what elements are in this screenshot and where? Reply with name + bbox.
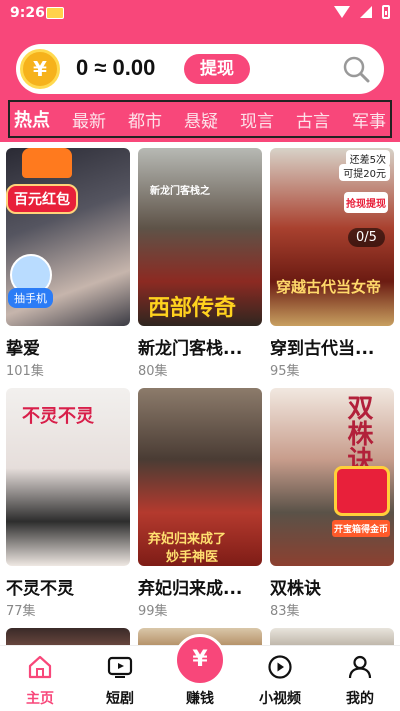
coin-balance: 0 ≈ 0.00: [76, 55, 156, 80]
drama-poster[interactable]: 弃妃归来成了 妙手神医: [138, 388, 262, 566]
drama-poster[interactable]: 双株诀 开宝箱得金币: [270, 388, 394, 566]
status-bar: 9:26: [0, 0, 400, 28]
progress-pill: 0/5: [348, 228, 385, 247]
drama-card[interactable]: 还差5次 可提20元 抢现提现 0/5 穿越古代当女帝 穿到古代当... 95集: [270, 148, 394, 379]
nav-mini-video[interactable]: 小视频: [250, 654, 310, 708]
tab-hot[interactable]: 热点: [14, 106, 50, 132]
battery-icon: [382, 5, 390, 19]
drama-poster[interactable]: 新龙门客栈之 西部传奇: [138, 148, 262, 326]
poster-subtitle: 妙手神医: [166, 550, 219, 565]
episode-count: 77集: [6, 604, 36, 619]
wifi-icon: [334, 6, 350, 18]
nav-earn-label: 赚钱: [186, 691, 214, 707]
nav-shorts[interactable]: 短剧: [90, 654, 150, 708]
coin-balance-bar[interactable]: ¥ 0 ≈ 0.00 提现: [16, 44, 384, 94]
coin-icon: ¥: [20, 49, 60, 89]
poster-subtitle: 新龙门客栈之: [150, 186, 210, 197]
draw-phone-badge[interactable]: 抽手机: [8, 288, 53, 308]
nav-home[interactable]: 主页: [10, 654, 70, 708]
tab-suspense[interactable]: 悬疑: [184, 107, 218, 132]
nav-shorts-label: 短剧: [106, 691, 134, 707]
drama-poster[interactable]: 百元红包 抽手机: [6, 148, 130, 326]
header: 9:26 ¥ 0 ≈ 0.00 提现 热点 最新 都市 悬疑 现言 古言 军事: [0, 0, 400, 142]
drama-poster[interactable]: 还差5次 可提20元 抢现提现 0/5 穿越古代当女帝: [270, 148, 394, 326]
tab-modern-romance[interactable]: 现言: [240, 107, 274, 132]
drama-card[interactable]: 弃妃归来成了 妙手神医 弃妃归来成... 99集: [138, 388, 262, 619]
app-notification-icon: [46, 7, 64, 19]
nav-earn[interactable]: ¥ 赚钱: [170, 634, 230, 708]
nav-profile-label: 我的: [346, 691, 374, 707]
treasure-box-icon[interactable]: [334, 466, 390, 516]
nav-mini-video-label: 小视频: [259, 691, 301, 707]
bottom-nav: 主页 短剧 ¥ 赚钱 小视频 我的: [0, 634, 400, 711]
poster-title: 双株诀: [343, 394, 373, 472]
drama-card[interactable]: 双株诀 开宝箱得金币 双株诀 83集: [270, 388, 394, 619]
drama-title: 双株诀: [270, 579, 321, 599]
drama-title: 挚爱: [6, 339, 40, 359]
treasure-box-badge[interactable]: 开宝箱得金币: [332, 520, 391, 537]
drama-title: 不灵不灵: [6, 579, 74, 599]
home-icon: [28, 655, 52, 679]
drama-card[interactable]: 百元红包 抽手机 挚爱 101集: [6, 148, 130, 379]
withdraw-amount-tag: 可提20元: [339, 164, 390, 181]
status-icons: [334, 5, 390, 19]
grab-withdraw-badge[interactable]: 抢现提现: [344, 192, 388, 213]
yuan-icon: ¥: [174, 634, 226, 686]
status-time: 9:26: [10, 5, 45, 21]
drama-title: 穿到古代当...: [270, 339, 375, 359]
red-packet-badge[interactable]: 百元红包: [6, 184, 78, 214]
tab-ancient-romance[interactable]: 古言: [296, 107, 330, 132]
drama-title: 新龙门客栈...: [138, 339, 243, 359]
withdraw-button[interactable]: 提现: [184, 54, 250, 84]
user-icon: [348, 655, 372, 679]
poster-title: 穿越古代当女帝: [276, 278, 382, 296]
play-icon: [268, 655, 292, 679]
episode-count: 95集: [270, 364, 300, 379]
category-tabs: 热点 最新 都市 悬疑 现言 古言 军事: [8, 100, 392, 138]
poster-title: 弃妃归来成了: [148, 532, 227, 547]
signal-icon: [360, 6, 372, 18]
gift-icon: [22, 148, 72, 178]
episode-count: 80集: [138, 364, 168, 379]
tab-urban[interactable]: 都市: [128, 107, 162, 132]
episode-count: 99集: [138, 604, 168, 619]
episode-count: 83集: [270, 604, 300, 619]
nav-home-label: 主页: [26, 691, 54, 707]
drama-card[interactable]: 新龙门客栈之 西部传奇 新龙门客栈... 80集: [138, 148, 262, 379]
drama-title: 弃妃归来成...: [138, 579, 243, 599]
episode-count: 101集: [6, 364, 44, 379]
drama-card[interactable]: 不灵不灵 不灵不灵 77集: [6, 388, 130, 619]
tv-icon: [107, 656, 133, 678]
search-icon[interactable]: [342, 55, 370, 83]
tab-military[interactable]: 军事: [352, 107, 386, 132]
tab-latest[interactable]: 最新: [72, 107, 106, 132]
poster-title: 西部传奇: [148, 296, 237, 321]
poster-title: 不灵不灵: [22, 406, 94, 427]
drama-poster[interactable]: 不灵不灵: [6, 388, 130, 566]
nav-profile[interactable]: 我的: [330, 654, 390, 708]
